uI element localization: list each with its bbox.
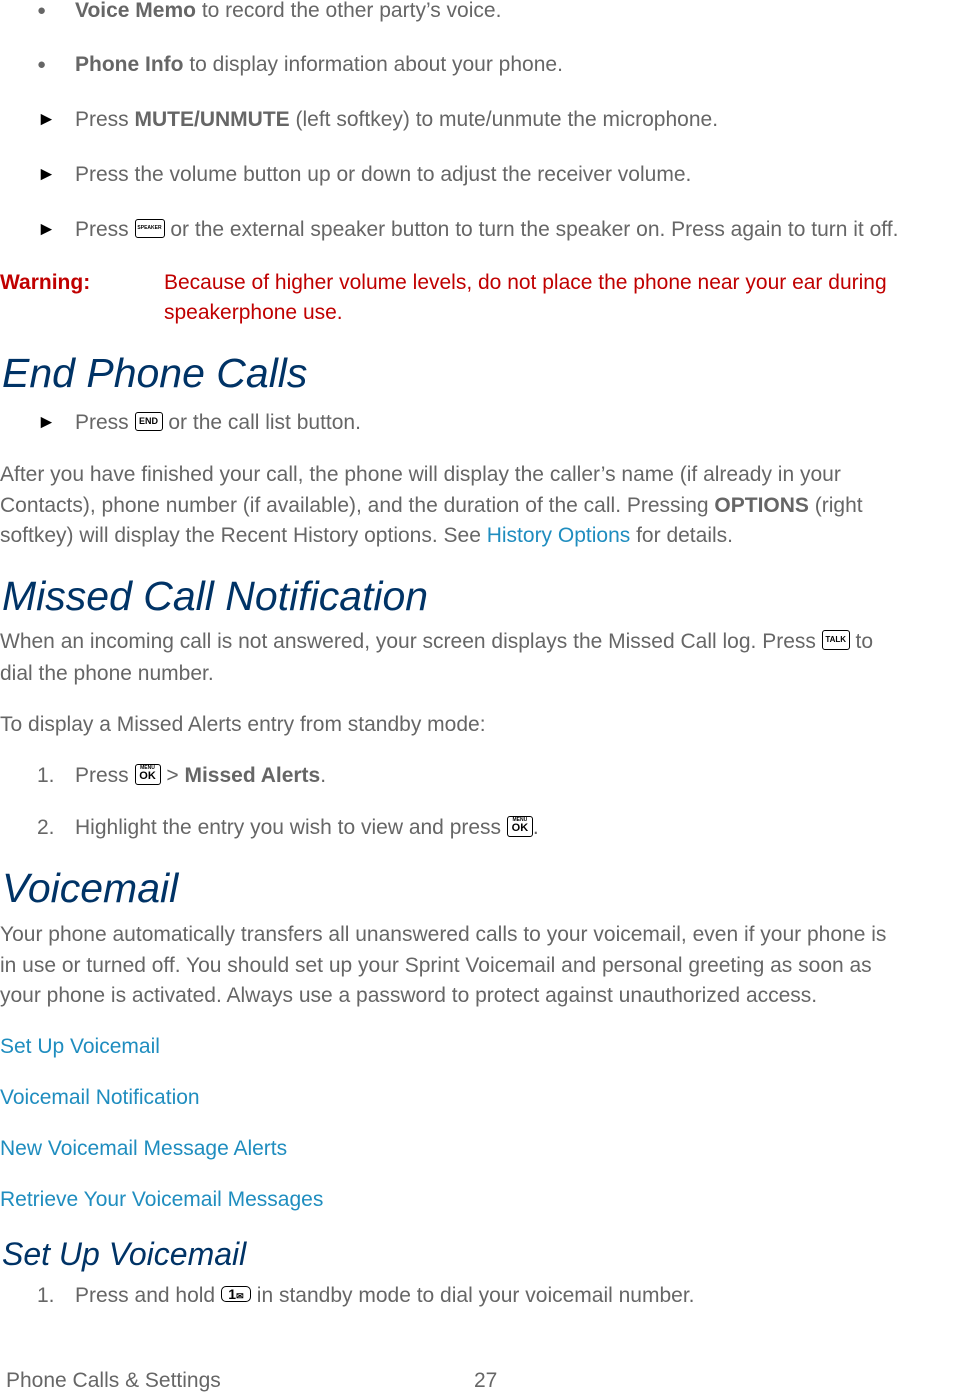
step-bold: MUTE/UNMUTE bbox=[134, 108, 290, 131]
menu-ok-key-icon: MENU OK bbox=[506, 815, 533, 837]
step-text: or the call list button. bbox=[162, 411, 361, 434]
paragraph-line: Contacts), phone number (if available), … bbox=[0, 490, 863, 521]
step-text: Press the volume button up or down to ad… bbox=[75, 163, 692, 186]
step-number: 1. bbox=[37, 764, 55, 787]
bullet-dot-icon: ● bbox=[37, 2, 47, 19]
menu-ok-key-icon: MENU OK bbox=[134, 763, 161, 785]
link-new-voicemail-message-alerts[interactable]: New Voicemail Message Alerts bbox=[0, 1133, 287, 1164]
step-text: in standby mode to dial your voicemail n… bbox=[250, 1284, 695, 1307]
bullet-dot-icon: ● bbox=[37, 56, 47, 73]
step-text: Press bbox=[75, 764, 135, 787]
arrow-bullet-icon: ► bbox=[37, 412, 56, 433]
bullet-text: to display information about your phone. bbox=[183, 53, 563, 76]
warning-block: Warning: Because of higher volume levels… bbox=[0, 267, 887, 324]
paragraph-text: softkey) will display the Recent History… bbox=[0, 524, 487, 547]
history-options-link[interactable]: History Options bbox=[487, 524, 631, 547]
step-text: . bbox=[320, 764, 327, 787]
page-number: 27 bbox=[474, 1369, 498, 1392]
paragraph-text: When an incoming call is not answered, y… bbox=[0, 630, 822, 653]
heading-missed-call-notification: Missed Call Notification bbox=[2, 573, 429, 619]
bullet-text: to record the other party’s voice. bbox=[195, 0, 502, 22]
step-text: > bbox=[160, 764, 185, 787]
key-big-label: OK bbox=[511, 821, 529, 834]
heading-end-phone-calls: End Phone Calls bbox=[2, 350, 308, 396]
heading-set-up-voicemail: Set Up Voicemail bbox=[2, 1236, 247, 1272]
warning-text-line1: Because of higher volume levels, do not … bbox=[164, 271, 887, 294]
link-voicemail-notification[interactable]: Voicemail Notification bbox=[0, 1082, 200, 1113]
step-text: Press bbox=[75, 218, 135, 241]
one-voicemail-key-icon: 1✉ bbox=[220, 1286, 251, 1303]
step-text: or the external speaker button to turn t… bbox=[164, 218, 899, 241]
footer-section-title: Phone Calls & Settings bbox=[6, 1369, 221, 1392]
arrow-bullet-icon: ► bbox=[37, 109, 56, 130]
speaker-key-icon: SPEAKER bbox=[134, 218, 165, 238]
key-label: 1 bbox=[228, 1286, 237, 1303]
step-number: 1. bbox=[37, 1284, 55, 1307]
step-text: . bbox=[532, 816, 539, 839]
step-text: Press bbox=[75, 108, 135, 131]
paragraph-text: (right bbox=[808, 494, 863, 517]
paragraph-text: to bbox=[849, 630, 874, 653]
key-big-label: OK bbox=[139, 769, 156, 782]
paragraph-line: dial the phone number. bbox=[0, 662, 214, 685]
step-bold: Missed Alerts bbox=[184, 764, 321, 787]
paragraph-line: in use or turned off. You should set up … bbox=[0, 954, 872, 977]
options-bold: OPTIONS bbox=[714, 494, 809, 517]
paragraph-line: After you have finished your call, the p… bbox=[0, 463, 841, 486]
step-text: Press and hold bbox=[75, 1284, 221, 1307]
step-text: (left softkey) to mute/unmute the microp… bbox=[289, 108, 719, 131]
paragraph-line: Your phone automatically transfers all u… bbox=[0, 923, 887, 946]
arrow-bullet-icon: ► bbox=[37, 219, 56, 240]
heading-voicemail: Voicemail bbox=[2, 865, 179, 911]
paragraph-line: To display a Missed Alerts entry from st… bbox=[0, 713, 486, 736]
paragraph-line: your phone is activated. Always use a pa… bbox=[0, 984, 818, 1007]
end-key-icon: END bbox=[134, 411, 163, 431]
warning-label: Warning: bbox=[0, 271, 91, 294]
arrow-bullet-icon: ► bbox=[37, 164, 56, 185]
talk-key-icon: TALK bbox=[821, 630, 850, 651]
warning-text-line2: speakerphone use. bbox=[164, 301, 343, 324]
paragraph-text: for details. bbox=[630, 524, 733, 547]
step-number: 2. bbox=[37, 816, 55, 839]
paragraph-text: Contacts), phone number (if available), … bbox=[0, 494, 715, 517]
bullet-bold: Phone Info bbox=[75, 53, 184, 76]
paragraph-line: softkey) will display the Recent History… bbox=[0, 520, 733, 551]
link-set-up-voicemail[interactable]: Set Up Voicemail bbox=[0, 1031, 160, 1062]
step-text: Press bbox=[75, 411, 135, 434]
paragraph-line: When an incoming call is not answered, y… bbox=[0, 626, 873, 657]
step-text: Highlight the entry you wish to view and… bbox=[75, 816, 507, 839]
bullet-bold: Voice Memo bbox=[75, 0, 196, 22]
link-retrieve-voicemail-messages[interactable]: Retrieve Your Voicemail Messages bbox=[0, 1184, 323, 1215]
